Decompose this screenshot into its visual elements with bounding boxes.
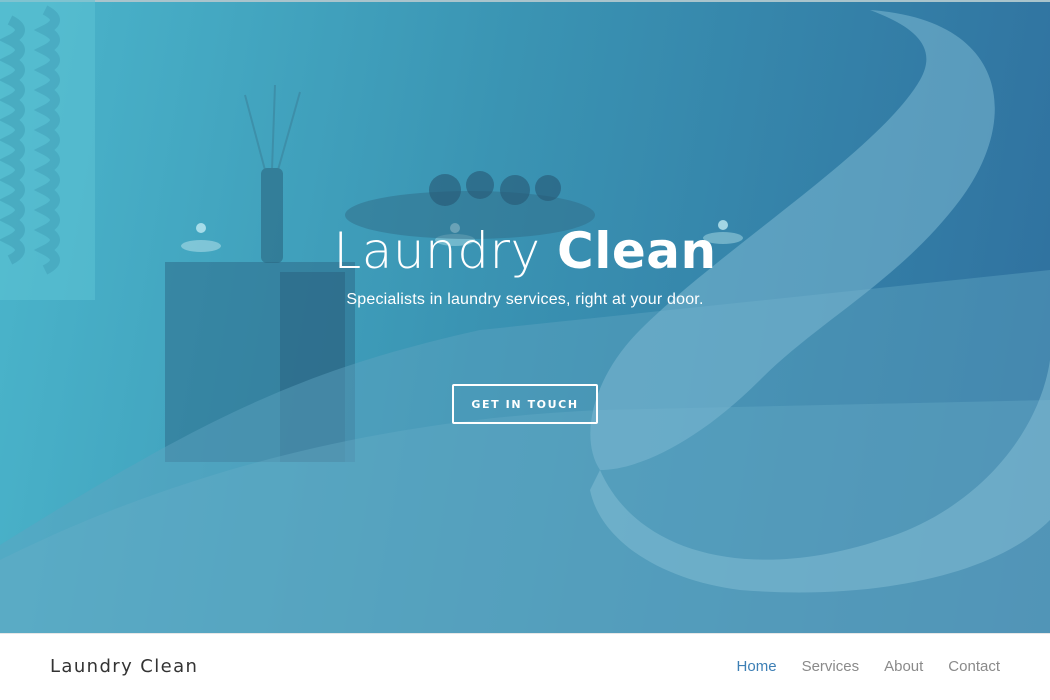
nav-item-home[interactable]: Home bbox=[737, 658, 777, 675]
hero-subtitle: Specialists in laundry services, right a… bbox=[346, 291, 704, 308]
get-in-touch-button[interactable]: GET IN TOUCH bbox=[452, 384, 598, 424]
hero-content: Laundry Clean Specialists in laundry ser… bbox=[0, 0, 1050, 633]
hero-title-bold: Clean bbox=[557, 222, 717, 280]
nav-item-services[interactable]: Services bbox=[802, 658, 860, 675]
nav-item-contact[interactable]: Contact bbox=[948, 658, 1000, 675]
nav-item-about[interactable]: About bbox=[884, 658, 923, 675]
navbar: Laundry Clean Home Services About Contac… bbox=[0, 633, 1050, 700]
brand-logo-text[interactable]: Laundry Clean bbox=[50, 656, 198, 677]
hero-title: Laundry Clean bbox=[0, 222, 1050, 280]
hero-section: Laundry Clean Specialists in laundry ser… bbox=[0, 0, 1050, 633]
nav-menu: Home Services About Contact bbox=[737, 658, 1000, 675]
hero-title-light: Laundry bbox=[333, 222, 541, 280]
